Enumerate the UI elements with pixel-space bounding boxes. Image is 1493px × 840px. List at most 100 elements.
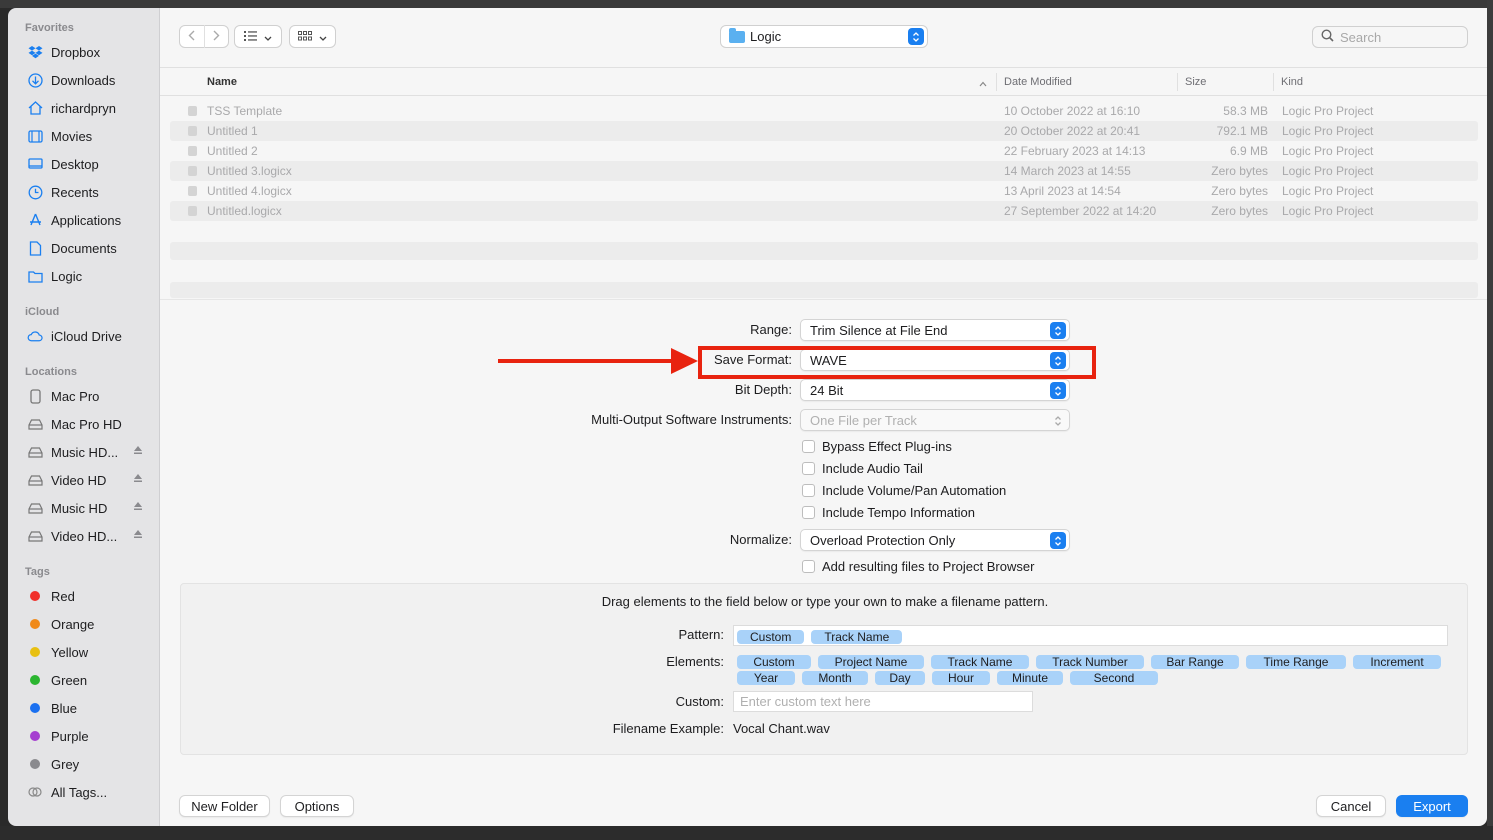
tag-color-dot	[30, 731, 40, 741]
file-date: 22 February 2023 at 14:13	[1004, 144, 1146, 158]
group-view-button[interactable]	[289, 25, 336, 48]
bit-depth-popup[interactable]: 24 Bit	[800, 379, 1070, 401]
search-input[interactable]	[1340, 29, 1460, 45]
element-token[interactable]: Second	[1070, 671, 1158, 685]
sidebar-item-dropbox[interactable]: Dropbox	[16, 40, 154, 64]
sidebar-item-movies[interactable]: Movies	[16, 124, 154, 148]
checkbox-box[interactable]	[802, 506, 815, 519]
element-token[interactable]: Project Name	[818, 655, 924, 669]
eject-icon[interactable]	[133, 501, 143, 514]
element-token[interactable]: Hour	[932, 671, 990, 685]
folder-path-popup[interactable]: Logic	[720, 25, 928, 48]
sidebar-item-applications[interactable]: Applications	[16, 208, 154, 232]
custom-text-input[interactable]	[733, 691, 1033, 712]
table-row[interactable]: Untitled.logicx 27 September 2022 at 14:2…	[170, 201, 1478, 221]
sidebar-tag-grey[interactable]: Grey	[16, 752, 154, 776]
sidebar-item-video-hd[interactable]: Video HD	[16, 468, 154, 492]
table-row[interactable]: TSS Template 10 October 2022 at 16:10 58.3…	[170, 101, 1478, 121]
sidebar-item-label: Desktop	[51, 156, 99, 172]
sidebar-item-label: Applications	[51, 212, 122, 228]
export-button[interactable]: Export	[1396, 795, 1468, 817]
bit-depth-label: Bit Depth:	[734, 382, 792, 397]
options-button[interactable]: Options	[280, 795, 354, 817]
element-token[interactable]: Month	[802, 671, 868, 685]
list-view-button[interactable]	[234, 25, 282, 48]
element-token[interactable]: Time Range	[1246, 655, 1346, 669]
range-value: Trim Silence at File End	[810, 322, 948, 338]
element-token[interactable]: Track Number	[1036, 655, 1144, 669]
audio-tail-checkbox[interactable]: Include Audio Tail	[802, 461, 923, 476]
checkbox-box[interactable]	[802, 484, 815, 497]
eject-icon[interactable]	[133, 529, 143, 542]
sidebar-item-label: Dropbox	[51, 44, 101, 60]
column-date-modified[interactable]: Date Modified	[1004, 76, 1072, 88]
volume-pan-checkbox[interactable]: Include Volume/Pan Automation	[802, 483, 1006, 498]
sidebar-item-label: Green	[51, 672, 88, 688]
sidebar-section-icloud: iCloud	[25, 306, 60, 318]
elements-label: Elements:	[666, 654, 724, 669]
range-popup[interactable]: Trim Silence at File End	[800, 319, 1070, 341]
file-size: 58.3 MB	[1223, 104, 1268, 118]
add-to-browser-checkbox[interactable]: Add resulting files to Project Browser	[802, 559, 1034, 574]
sidebar-tag-blue[interactable]: Blue	[16, 696, 154, 720]
element-token[interactable]: Custom	[737, 655, 811, 669]
table-row[interactable]: Untitled 3.logicx 14 March 2023 at 14:55 Z…	[170, 161, 1478, 181]
sidebar-tag-yellow[interactable]: Yellow	[16, 640, 154, 664]
list-icon	[244, 30, 257, 44]
checkbox-box[interactable]	[802, 560, 815, 573]
sidebar-item-downloads[interactable]: Downloads	[16, 68, 154, 92]
bypass-plugins-checkbox[interactable]: Bypass Effect Plug-ins	[802, 439, 952, 454]
sidebar-tag-purple[interactable]: Purple	[16, 724, 154, 748]
table-row[interactable]: Untitled 4.logicx 13 April 2023 at 14:54 Z…	[170, 181, 1478, 201]
pattern-field[interactable]: Custom Track Name	[733, 625, 1448, 646]
table-row[interactable]: Untitled 2 22 February 2023 at 14:13 6.9 M…	[170, 141, 1478, 161]
chevron-right-icon[interactable]	[205, 30, 229, 44]
sidebar-item-all-tags[interactable]: All Tags...	[16, 780, 154, 804]
sidebar-item-mac-pro-hd[interactable]: Mac Pro HD	[16, 412, 154, 436]
element-token[interactable]: Increment	[1353, 655, 1441, 669]
sidebar-item-richardpryn[interactable]: richardpryn	[16, 96, 154, 120]
pattern-token[interactable]: Track Name	[811, 630, 903, 644]
sidebar-tag-red[interactable]: Red	[16, 584, 154, 608]
sidebar-item-desktop[interactable]: Desktop	[16, 152, 154, 176]
file-list: TSS Template 10 October 2022 at 16:10 58.3…	[170, 101, 1478, 221]
column-size[interactable]: Size	[1185, 76, 1206, 88]
column-name[interactable]: Name	[207, 76, 237, 88]
pattern-token[interactable]: Custom	[737, 630, 805, 644]
file-size: Zero bytes	[1211, 164, 1268, 178]
new-folder-button[interactable]: New Folder	[179, 795, 270, 817]
element-token[interactable]: Bar Range	[1151, 655, 1239, 669]
eject-icon[interactable]	[133, 473, 143, 486]
sidebar-item-documents[interactable]: Documents	[16, 236, 154, 260]
file-name: TSS Template	[207, 104, 283, 118]
sidebar-item-logic[interactable]: Logic	[16, 264, 154, 288]
element-token[interactable]: Minute	[997, 671, 1063, 685]
file-kind: Logic Pro Project	[1282, 104, 1374, 118]
sidebar-item-music-hd[interactable]: Music HD	[16, 496, 154, 520]
sidebar-item-music-hd[interactable]: Music HD...	[16, 440, 154, 464]
search-field[interactable]	[1312, 26, 1468, 48]
normalize-popup[interactable]: Overload Protection Only	[800, 529, 1070, 551]
tempo-info-checkbox[interactable]: Include Tempo Information	[802, 505, 975, 520]
file-name: Untitled 1	[207, 124, 258, 138]
column-kind[interactable]: Kind	[1281, 76, 1303, 88]
element-token[interactable]: Track Name	[931, 655, 1029, 669]
cancel-button[interactable]: Cancel	[1316, 795, 1386, 817]
sidebar-item-icloud-drive[interactable]: iCloud Drive	[16, 324, 154, 348]
element-token[interactable]: Day	[875, 671, 925, 685]
sidebar-item-video-hd[interactable]: Video HD...	[16, 524, 154, 548]
checkbox-box[interactable]	[802, 462, 815, 475]
pattern-label: Pattern:	[678, 627, 724, 642]
dropbox-icon	[27, 44, 43, 60]
sidebar-item-mac-pro[interactable]: Mac Pro	[16, 384, 154, 408]
element-token[interactable]: Year	[737, 671, 795, 685]
checkbox-box[interactable]	[802, 440, 815, 453]
sidebar-tag-green[interactable]: Green	[16, 668, 154, 692]
chevron-left-icon[interactable]	[180, 30, 204, 44]
sidebar: Favorites iCloud Locations Tags All Tags…	[8, 8, 160, 826]
sidebar-item-recents[interactable]: Recents	[16, 180, 154, 204]
tag-color-dot	[30, 591, 40, 601]
sidebar-tag-orange[interactable]: Orange	[16, 612, 154, 636]
eject-icon[interactable]	[133, 445, 143, 458]
table-row[interactable]: Untitled 1 20 October 2022 at 20:41 792.1 …	[170, 121, 1478, 141]
